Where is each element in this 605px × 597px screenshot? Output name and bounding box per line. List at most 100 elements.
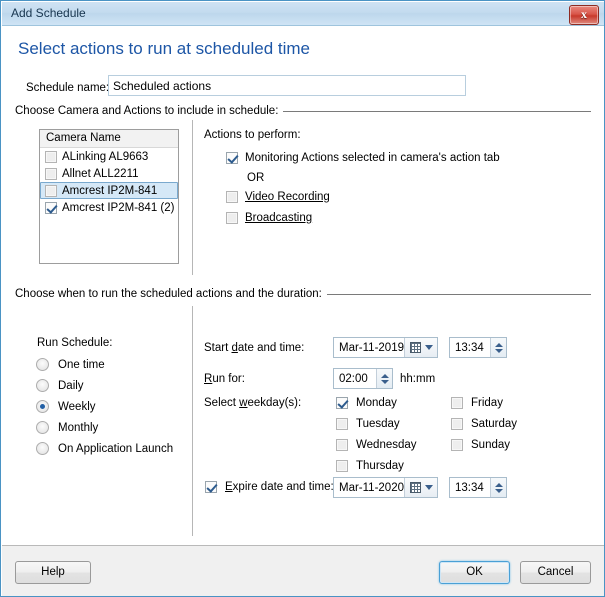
calendar-glyph: [410, 482, 421, 493]
run-for-input[interactable]: 02:00: [333, 368, 393, 389]
camera-checkbox[interactable]: [45, 151, 57, 163]
page-title: Select actions to run at scheduled time: [18, 39, 310, 59]
cancel-button[interactable]: Cancel: [520, 561, 591, 584]
weekday-tuesday[interactable]: Tuesday: [336, 418, 400, 430]
spinner-down-icon[interactable]: [495, 349, 503, 353]
radio-on-application-launch-indicator[interactable]: [36, 442, 49, 455]
dialog-content: Select actions to run at scheduled time …: [2, 26, 605, 545]
camera-name: Allnet ALL2211: [62, 168, 139, 180]
weekday-friday-label: Friday: [471, 397, 503, 409]
action-monitoring-label: Monitoring Actions selected in camera's …: [245, 152, 500, 164]
list-item[interactable]: Amcrest IP2M-841 (2): [40, 199, 178, 216]
camera-checkbox[interactable]: [45, 185, 57, 197]
chevron-down-icon[interactable]: [425, 345, 433, 350]
camera-checkbox[interactable]: [45, 202, 57, 214]
action-broadcasting-checkbox[interactable]: [226, 212, 238, 224]
camera-list-header: Camera Name: [40, 130, 178, 148]
camera-name: Amcrest IP2M-841 (2): [62, 202, 174, 214]
weekday-tuesday-label: Tuesday: [356, 418, 400, 430]
action-monitoring-checkbox[interactable]: [226, 152, 238, 164]
radio-monthly[interactable]: Monthly: [36, 421, 98, 434]
weekday-tuesday-checkbox[interactable]: [336, 418, 348, 430]
list-item[interactable]: Allnet ALL2211: [40, 165, 178, 182]
add-schedule-dialog: Add Schedule x Select actions to run at …: [0, 0, 605, 597]
spinner-up-icon[interactable]: [495, 483, 503, 487]
weekday-wednesday-checkbox[interactable]: [336, 439, 348, 451]
weekday-sunday-label: Sunday: [471, 439, 510, 451]
radio-daily-indicator[interactable]: [36, 379, 49, 392]
weekday-friday-checkbox[interactable]: [451, 397, 463, 409]
start-time-input[interactable]: 13:34: [449, 337, 507, 358]
list-item[interactable]: ALinking AL9663: [40, 148, 178, 165]
close-glyph: x: [570, 7, 598, 22]
camera-name: ALinking AL9663: [62, 151, 148, 163]
radio-on-application-launch[interactable]: On Application Launch: [36, 442, 173, 455]
action-video-recording-row[interactable]: Video Recording: [226, 191, 330, 203]
close-icon[interactable]: x: [569, 5, 599, 25]
ok-button[interactable]: OK: [439, 561, 510, 584]
radio-daily[interactable]: Daily: [36, 379, 84, 392]
weekday-thursday[interactable]: Thursday: [336, 460, 404, 472]
radio-weekly-indicator[interactable]: [36, 400, 49, 413]
weekday-saturday[interactable]: Saturday: [451, 418, 517, 430]
start-time-value: 13:34: [450, 342, 490, 354]
spinner-up-icon[interactable]: [381, 374, 389, 378]
weekday-monday-label: Monday: [356, 397, 397, 409]
camera-list[interactable]: Camera Name ALinking AL9663 Allnet ALL22…: [39, 129, 179, 264]
weekday-saturday-label: Saturday: [471, 418, 517, 430]
camera-name: Amcrest IP2M-841: [62, 185, 157, 197]
run-schedule-label: Run Schedule:: [37, 337, 112, 349]
radio-one-time-indicator[interactable]: [36, 358, 49, 371]
weekday-thursday-label: Thursday: [356, 460, 404, 472]
action-monitoring-row[interactable]: Monitoring Actions selected in camera's …: [226, 152, 500, 164]
expire-date-label: Expire date and time:: [225, 481, 334, 493]
spinner-down-icon[interactable]: [381, 380, 389, 384]
calendar-glyph: [410, 342, 421, 353]
title-bar: Add Schedule x: [2, 2, 605, 26]
weekday-wednesday-label: Wednesday: [356, 439, 417, 451]
chevron-down-icon[interactable]: [425, 485, 433, 490]
calendar-icon[interactable]: [404, 478, 437, 497]
schedule-name-input[interactable]: [108, 75, 466, 96]
help-button[interactable]: Help: [15, 561, 91, 584]
action-broadcasting-row[interactable]: Broadcasting: [226, 212, 312, 224]
start-date-value: Mar-11-2019: [334, 342, 404, 354]
weekday-friday[interactable]: Friday: [451, 397, 503, 409]
radio-one-time[interactable]: One time: [36, 358, 105, 371]
radio-on-application-launch-label: On Application Launch: [58, 443, 173, 455]
run-for-units-label: hh:mm: [400, 373, 435, 385]
action-video-recording-checkbox[interactable]: [226, 191, 238, 203]
window-title: Add Schedule: [11, 6, 86, 20]
weekday-wednesday[interactable]: Wednesday: [336, 439, 417, 451]
radio-monthly-indicator[interactable]: [36, 421, 49, 434]
spinner-down-icon[interactable]: [495, 489, 503, 493]
radio-weekly[interactable]: Weekly: [36, 400, 96, 413]
run-for-spinner-icon[interactable]: [376, 369, 392, 388]
run-for-label: Run for:: [204, 373, 245, 385]
weekday-sunday-checkbox[interactable]: [451, 439, 463, 451]
radio-daily-label: Daily: [58, 380, 84, 392]
expire-date-checkbox[interactable]: [205, 481, 217, 493]
weekday-monday-checkbox[interactable]: [336, 397, 348, 409]
run-for-value: 02:00: [334, 373, 376, 385]
weekday-monday[interactable]: Monday: [336, 397, 397, 409]
actions-to-perform-label: Actions to perform:: [204, 129, 301, 141]
start-date-label: Start date and time:: [204, 342, 304, 354]
weekday-saturday-checkbox[interactable]: [451, 418, 463, 430]
group2-label: Choose when to run the scheduled actions…: [15, 288, 327, 300]
weekday-sunday[interactable]: Sunday: [451, 439, 510, 451]
expire-date-row[interactable]: Expire date and time:: [205, 481, 334, 493]
group2-vertical-divider: [192, 306, 193, 536]
expire-date-value: Mar-11-2020: [334, 482, 404, 494]
start-date-input[interactable]: Mar-11-2019: [333, 337, 438, 358]
weekday-thursday-checkbox[interactable]: [336, 460, 348, 472]
calendar-icon[interactable]: [404, 338, 437, 357]
camera-checkbox[interactable]: [45, 168, 57, 180]
spinner-up-icon[interactable]: [495, 343, 503, 347]
expire-date-input[interactable]: Mar-11-2020: [333, 477, 438, 498]
dialog-footer: Help OK Cancel: [2, 545, 605, 597]
start-time-spinner-icon[interactable]: [490, 338, 506, 357]
expire-time-spinner-icon[interactable]: [490, 478, 506, 497]
list-item[interactable]: Amcrest IP2M-841: [40, 182, 178, 199]
expire-time-input[interactable]: 13:34: [449, 477, 507, 498]
